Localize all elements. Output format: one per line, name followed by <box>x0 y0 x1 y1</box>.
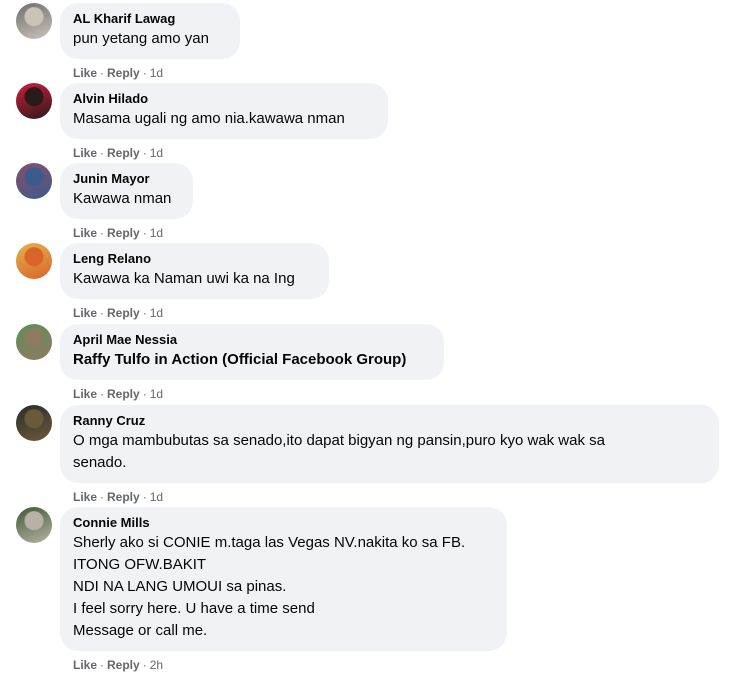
comment-timestamp[interactable]: 1d <box>150 306 163 320</box>
separator-dot: · <box>100 387 105 401</box>
comment-actions: Like · Reply · 1d <box>73 489 163 505</box>
comment-text-line: ITONG OFW.BAKIT <box>73 556 207 573</box>
comment-bubble: Leng Relano Kawawa ka Naman uwi ka na Ing <box>60 243 329 299</box>
like-button[interactable]: Like <box>73 226 97 240</box>
comment-author[interactable]: Junin Mayor <box>73 171 181 187</box>
separator-dot: · <box>142 306 147 320</box>
separator-dot: · <box>142 490 147 504</box>
comment-text-line: Raffy Tulfo in Action (Official Facebook… <box>73 351 407 368</box>
separator-dot: · <box>100 66 105 80</box>
comment-text-line: Kawawa ka Naman uwi ka na Ing <box>73 270 295 287</box>
comment-text: pun yetang amo yan <box>73 28 228 50</box>
avatar[interactable] <box>16 507 52 543</box>
comment-actions: Like · Reply · 1d <box>73 305 163 321</box>
comment-author[interactable]: AL Kharif Lawag <box>73 11 228 27</box>
comment-actions: Like · Reply · 2h <box>73 657 163 673</box>
avatar[interactable] <box>16 324 52 360</box>
avatar[interactable] <box>16 83 52 119</box>
avatar[interactable] <box>16 405 52 441</box>
comment-text: Kawawa ka Naman uwi ka na Ing <box>73 268 317 290</box>
separator-dot: · <box>142 226 147 240</box>
comment-author[interactable]: Leng Relano <box>73 251 317 267</box>
comment-actions: Like · Reply · 1d <box>73 386 163 402</box>
separator-dot: · <box>100 226 105 240</box>
reply-button[interactable]: Reply <box>107 490 140 504</box>
comment-text-line: Masama ugali ng amo nia.kawawa nman <box>73 110 345 127</box>
like-button[interactable]: Like <box>73 306 97 320</box>
like-button[interactable]: Like <box>73 387 97 401</box>
separator-dot: · <box>142 387 147 401</box>
comment-timestamp[interactable]: 1d <box>150 66 163 80</box>
comment-text: Kawawa nman <box>73 188 181 210</box>
separator-dot: · <box>100 490 105 504</box>
comment-actions: Like · Reply · 1d <box>73 225 163 241</box>
separator-dot: · <box>100 146 105 160</box>
comment-timestamp[interactable]: 1d <box>150 490 163 504</box>
comment-author[interactable]: Alvin Hilado <box>73 91 376 107</box>
like-button[interactable]: Like <box>73 146 97 160</box>
reply-button[interactable]: Reply <box>107 387 140 401</box>
reply-button[interactable]: Reply <box>107 306 140 320</box>
comment-text: Sherly ako si CONIE m.taga las Vegas NV.… <box>73 532 495 642</box>
comment-shared-link[interactable]: Raffy Tulfo in Action (Official Facebook… <box>73 349 432 371</box>
comment-author[interactable]: Ranny Cruz <box>73 413 707 429</box>
comment-text-line: senado. <box>73 454 127 471</box>
comment-text-line: NDI NA LANG UMOUI sa pinas. <box>73 578 287 595</box>
comment-text-line: pun yetang amo yan <box>73 30 209 47</box>
comment-bubble: Junin Mayor Kawawa nman <box>60 163 193 219</box>
comment-bubble: AL Kharif Lawag pun yetang amo yan <box>60 3 240 59</box>
comment-text-line: O mga mambubutas sa senado,ito dapat big… <box>73 432 605 449</box>
avatar[interactable] <box>16 243 52 279</box>
separator-dot: · <box>142 146 147 160</box>
comment-timestamp[interactable]: 1d <box>150 146 163 160</box>
reply-button[interactable]: Reply <box>107 146 140 160</box>
comment-timestamp[interactable]: 1d <box>150 387 163 401</box>
comment-actions: Like · Reply · 1d <box>73 145 163 161</box>
comment-text: Masama ugali ng amo nia.kawawa nman <box>73 108 376 130</box>
avatar[interactable] <box>16 163 52 199</box>
reply-button[interactable]: Reply <box>107 66 140 80</box>
separator-dot: · <box>100 306 105 320</box>
avatar[interactable] <box>16 3 52 39</box>
comment-bubble: Ranny Cruz O mga mambubutas sa senado,ito… <box>60 405 719 483</box>
comment-author[interactable]: April Mae Nessia <box>73 332 432 348</box>
comment-bubble: April Mae Nessia Raffy Tulfo in Action (O… <box>60 324 444 380</box>
comment-text-line: I feel sorry here. U have a time send <box>73 600 315 617</box>
like-button[interactable]: Like <box>73 66 97 80</box>
comment-author[interactable]: Connie Mills <box>73 515 495 531</box>
comment-text: O mga mambubutas sa senado,ito dapat big… <box>73 430 707 474</box>
like-button[interactable]: Like <box>73 490 97 504</box>
separator-dot: · <box>142 66 147 80</box>
comment-bubble: Alvin Hilado Masama ugali ng amo nia.kawa… <box>60 83 388 139</box>
comment-bubble: Connie Mills Sherly ako si CONIE m.taga l… <box>60 507 507 651</box>
comment-actions: Like · Reply · 1d <box>73 65 163 81</box>
comment-timestamp[interactable]: 1d <box>150 226 163 240</box>
reply-button[interactable]: Reply <box>107 226 140 240</box>
comment-text-line: Sherly ako si CONIE m.taga las Vegas NV.… <box>73 534 466 551</box>
comment-text-line: Message or call me. <box>73 622 208 639</box>
comment-text-line: Kawawa nman <box>73 190 172 207</box>
